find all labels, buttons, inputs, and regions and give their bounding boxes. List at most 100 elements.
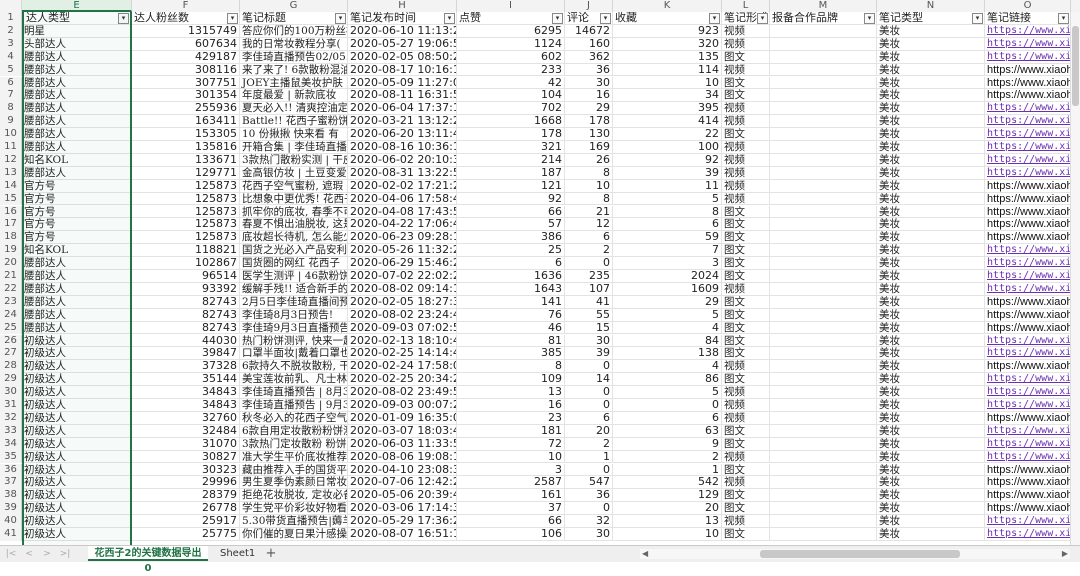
- cell-form[interactable]: 图文: [722, 76, 770, 89]
- cell-type[interactable]: 腰部达人: [22, 50, 132, 63]
- cell-link[interactable]: https://www.xiaohc: [985, 360, 1071, 373]
- cell-ntype[interactable]: 美妆: [877, 270, 985, 282]
- cell-time[interactable]: 2020-02-05 08:50:24: [348, 50, 457, 63]
- cell-link[interactable]: https://www.xia: [985, 257, 1071, 270]
- cell-type[interactable]: 腰部达人: [22, 270, 132, 282]
- row-number[interactable]: 4: [0, 50, 22, 64]
- cell-cmt[interactable]: 14672: [565, 24, 613, 37]
- cell-type[interactable]: 初级达人: [22, 437, 132, 450]
- cell-type[interactable]: 初级达人: [22, 411, 132, 424]
- cell-fans[interactable]: 30827: [132, 450, 240, 463]
- next-sheet-button[interactable]: >: [40, 547, 54, 561]
- cell-fans[interactable]: 31070: [132, 437, 240, 450]
- cell-type[interactable]: 明星: [22, 24, 132, 37]
- filter-dropdown-icon[interactable]: ▾: [444, 13, 455, 24]
- cell-form[interactable]: 视频: [722, 63, 770, 76]
- cell-ntype[interactable]: 美妆: [877, 63, 985, 76]
- cell-type[interactable]: 初级达人: [22, 450, 132, 463]
- cell-brand[interactable]: [770, 153, 877, 166]
- cell-brand[interactable]: [770, 76, 877, 89]
- cell-fav[interactable]: 11: [613, 179, 722, 192]
- cell-title[interactable]: 抓牢你的底妆, 春季不可: [240, 205, 348, 218]
- cell-fans[interactable]: 255936: [132, 102, 240, 115]
- cell-time[interactable]: 2020-06-29 15:46:28: [348, 257, 457, 270]
- cell-ntype[interactable]: 美妆: [877, 424, 985, 437]
- cell-title[interactable]: 你们催的夏日果汁感操色: [240, 528, 348, 540]
- cell-title[interactable]: 男生夏季伪素颜日常妆容: [240, 476, 348, 489]
- cell-form[interactable]: 视频: [722, 399, 770, 411]
- cell-type[interactable]: 腰部达人: [22, 128, 132, 141]
- cell-title[interactable]: 李佳琦直播预告 | 8月3日: [240, 386, 348, 399]
- filter-dropdown-icon[interactable]: ▾: [335, 13, 346, 24]
- cell-fav[interactable]: 4: [613, 321, 722, 334]
- cell-like[interactable]: 386: [457, 231, 565, 244]
- cell-type[interactable]: 腰部达人: [22, 89, 132, 102]
- cell-fav[interactable]: 63: [613, 424, 722, 437]
- cell-brand[interactable]: [770, 373, 877, 386]
- cell-link[interactable]: https://www.xiaohc: [985, 218, 1071, 231]
- cell-fav[interactable]: 84: [613, 334, 722, 347]
- cell-ntype[interactable]: 美妆: [877, 295, 985, 308]
- cell-brand[interactable]: [770, 295, 877, 308]
- cell-fans[interactable]: 125873: [132, 179, 240, 192]
- cell-form[interactable]: 图文: [722, 89, 770, 102]
- cell-cmt[interactable]: 0: [565, 399, 613, 411]
- cell-link[interactable]: https://www.xia: [985, 115, 1071, 128]
- cell-type[interactable]: 官方号: [22, 218, 132, 231]
- filter-dropdown-icon[interactable]: ▾: [118, 13, 129, 24]
- cell-fans[interactable]: 28379: [132, 489, 240, 502]
- scroll-left-arrow-icon[interactable]: ◀: [642, 549, 648, 559]
- cell-ntype[interactable]: 美妆: [877, 489, 985, 502]
- spreadsheet-grid[interactable]: EFGHIJKLMNO 1 达人类型 ▾ 达人粉丝数 ▾ 笔记标题 ▾ 笔记发布时间 ▾ 点赞 ▾ 评…: [0, 0, 1080, 545]
- cell-like[interactable]: 16: [457, 399, 565, 411]
- cell-link[interactable]: https://www.xiaohc: [985, 63, 1071, 76]
- cell-form[interactable]: 视频: [722, 24, 770, 37]
- cell-ntype[interactable]: 美妆: [877, 37, 985, 50]
- column-header-e[interactable]: E: [22, 0, 132, 12]
- cell-ntype[interactable]: 美妆: [877, 166, 985, 179]
- filter-dropdown-icon[interactable]: ▾: [552, 13, 563, 24]
- cell-like[interactable]: 23: [457, 411, 565, 424]
- cell-ntype[interactable]: 美妆: [877, 373, 985, 386]
- cell-like[interactable]: 214: [457, 153, 565, 166]
- cell-form[interactable]: 视频: [722, 411, 770, 424]
- cell-brand[interactable]: [770, 205, 877, 218]
- cell-form[interactable]: 图文: [722, 270, 770, 282]
- cell-time[interactable]: 2020-03-21 13:12:28: [348, 115, 457, 128]
- cell-time[interactable]: 2020-05-29 17:36:26: [348, 515, 457, 528]
- cell-type[interactable]: 初级达人: [22, 386, 132, 399]
- cell-fans[interactable]: 307751: [132, 76, 240, 89]
- cell-type[interactable]: 知名KOL: [22, 153, 132, 166]
- header-cell[interactable]: 笔记形式 ▾: [722, 12, 770, 24]
- filter-dropdown-icon[interactable]: ▾: [757, 13, 768, 24]
- cell-form[interactable]: 图文: [722, 347, 770, 360]
- cell-time[interactable]: 2020-08-02 09:14:11: [348, 282, 457, 295]
- cell-fav[interactable]: 0: [613, 399, 722, 411]
- cell-type[interactable]: 腰部达人: [22, 76, 132, 89]
- cell-type[interactable]: 腰部达人: [22, 321, 132, 334]
- cell-form[interactable]: 图文: [722, 244, 770, 257]
- sheet-tab-active[interactable]: 花西子2的关键数据导出0: [88, 546, 208, 574]
- cell-ntype[interactable]: 美妆: [877, 321, 985, 334]
- cell-time[interactable]: 2020-02-24 17:58:02: [348, 360, 457, 373]
- cell-form[interactable]: 图文: [722, 528, 770, 540]
- cell-link[interactable]: https://www.xia: [985, 347, 1071, 360]
- column-header-f[interactable]: F: [132, 0, 240, 12]
- row-number[interactable]: 40: [0, 515, 22, 528]
- header-cell[interactable]: 点赞 ▾: [457, 12, 565, 24]
- cell-like[interactable]: 187: [457, 166, 565, 179]
- cell-brand[interactable]: [770, 218, 877, 231]
- cell-title[interactable]: 3款热门定妆散粉 粉饼: [240, 437, 348, 450]
- cell-form[interactable]: 视频: [722, 153, 770, 166]
- cell-time[interactable]: 2020-08-02 23:24:40: [348, 308, 457, 321]
- row-number[interactable]: 5: [0, 63, 22, 77]
- cell-cmt[interactable]: 107: [565, 282, 613, 295]
- cell-type[interactable]: 腰部达人: [22, 141, 132, 153]
- cell-form[interactable]: 图文: [722, 257, 770, 270]
- cell-form[interactable]: 视频: [722, 386, 770, 399]
- cell-ntype[interactable]: 美妆: [877, 463, 985, 476]
- cell-like[interactable]: 66: [457, 515, 565, 528]
- cell-fav[interactable]: 22: [613, 128, 722, 141]
- cell-title[interactable]: 李佳琦9月3日直播预告!: [240, 321, 348, 334]
- cell-brand[interactable]: [770, 502, 877, 515]
